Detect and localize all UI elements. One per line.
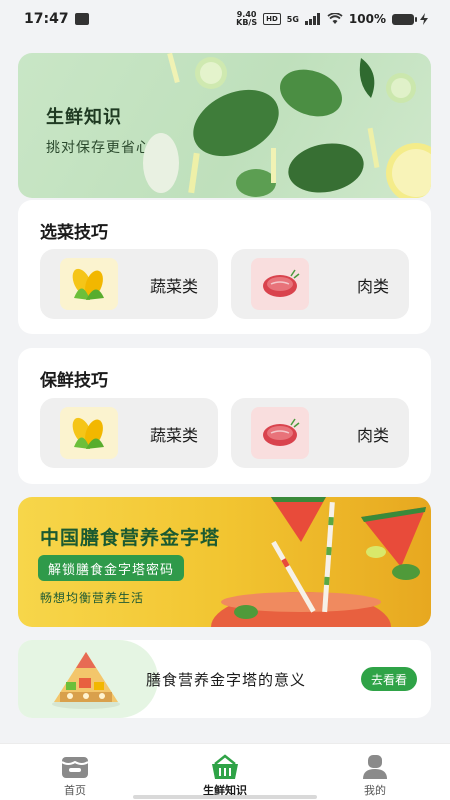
status-bar: 17:47 9.40 KB/S HD 5G 100% <box>0 0 450 38</box>
nav-fresh-knowledge[interactable]: 生鲜知识 <box>160 744 290 798</box>
wifi-icon <box>327 13 343 24</box>
battery-percent: 100% <box>348 12 386 26</box>
vegetables-image <box>143 53 431 198</box>
fresh-tips-veg-tile[interactable]: 蔬菜类 <box>40 398 218 468</box>
veg-tile-label: 蔬菜类 <box>149 426 198 445</box>
battery-icon <box>392 13 417 25</box>
home-indicator[interactable] <box>133 795 317 799</box>
nav-home[interactable]: 首页 <box>10 744 140 798</box>
net-speed: 9.40 KB/S <box>236 10 258 27</box>
charging-icon <box>420 13 428 25</box>
veg-tile-label: 蔬菜类 <box>149 277 198 296</box>
hero-banner[interactable]: 生鲜知识 挑对保存更省心 <box>18 53 431 198</box>
fresh-tips-title: 保鲜技巧 <box>40 371 108 391</box>
pyramid-promo-banner[interactable]: 中国膳食营养金字塔 解锁膳食金字塔密码 畅想均衡营养生活 <box>18 497 431 627</box>
promo-subtitle: 畅想均衡营养生活 <box>40 591 145 605</box>
notification-icon <box>74 13 89 25</box>
meat-tile-label: 肉类 <box>356 426 389 445</box>
fresh-tips-meat-tile[interactable]: 肉类 <box>231 398 409 468</box>
meat-tile-label: 肉类 <box>356 277 389 296</box>
steak-icon <box>251 407 309 459</box>
watermelon-drink-image <box>211 497 426 627</box>
basket-icon <box>212 754 238 779</box>
nav-profile-label: 我的 <box>364 784 386 797</box>
pyramid-meaning-row[interactable]: 膳食营养金字塔的意义 去看看 <box>18 640 431 718</box>
fresh-tips-card: 保鲜技巧 蔬菜类 肉类 <box>18 348 431 484</box>
home-icon <box>61 757 89 778</box>
nav-profile[interactable]: 我的 <box>310 744 440 798</box>
promo-title: 中国膳食营养金字塔 <box>40 527 221 549</box>
profile-icon <box>363 755 387 779</box>
bottom-nav: 首页 生鲜知识 我的 <box>0 743 450 800</box>
unlock-pyramid-button[interactable]: 解锁膳食金字塔密码 <box>38 555 185 581</box>
select-tips-card: 选菜技巧 蔬菜类 肉类 <box>18 200 431 334</box>
hero-title: 生鲜知识 <box>46 107 122 128</box>
corn-icon <box>60 258 118 310</box>
food-pyramid-image <box>52 652 120 709</box>
status-time: 17:47 <box>24 11 69 27</box>
steak-icon <box>251 258 309 310</box>
pyramid-meaning-text: 膳食营养金字塔的意义 <box>146 671 307 689</box>
go-see-button[interactable]: 去看看 <box>360 667 417 691</box>
hd-badge: HD <box>263 13 281 25</box>
select-tips-title: 选菜技巧 <box>40 223 108 243</box>
signal-icon <box>304 13 320 25</box>
corn-icon <box>60 407 118 459</box>
network-type: 5G <box>286 14 299 24</box>
select-tips-veg-tile[interactable]: 蔬菜类 <box>40 249 218 319</box>
select-tips-meat-tile[interactable]: 肉类 <box>231 249 409 319</box>
nav-home-label: 首页 <box>64 784 86 797</box>
